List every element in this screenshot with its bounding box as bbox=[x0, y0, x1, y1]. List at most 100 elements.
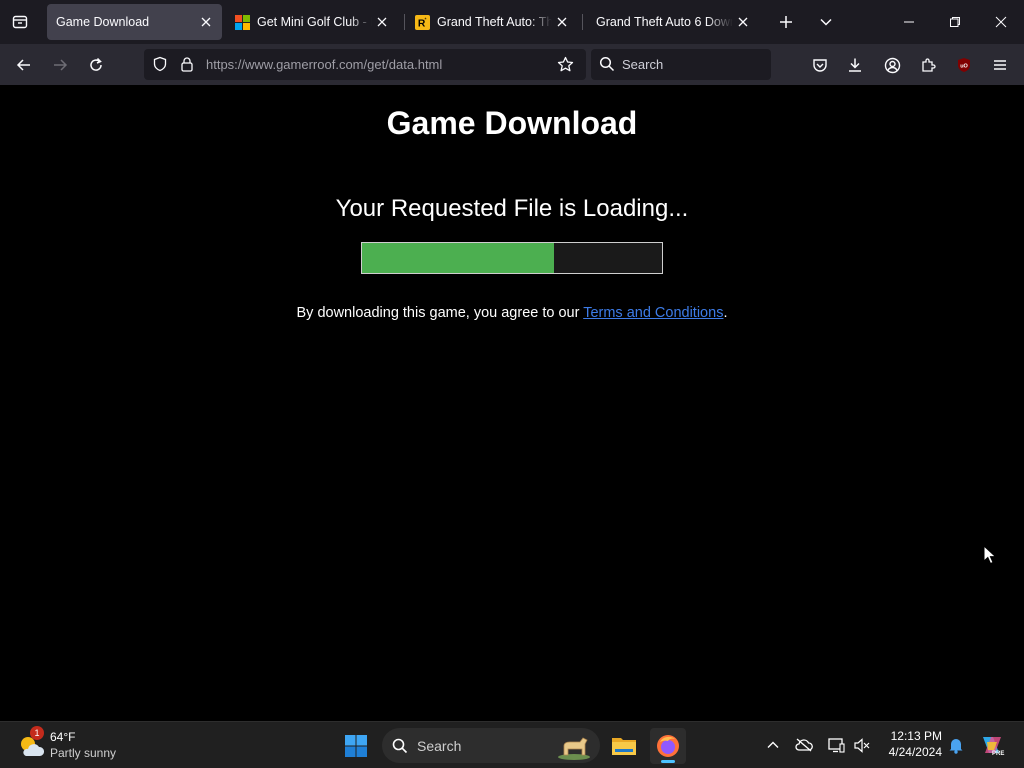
weather-temperature: 64°F bbox=[50, 730, 76, 744]
copilot-icon: PRE bbox=[983, 737, 1004, 757]
lock-icon[interactable] bbox=[178, 55, 196, 73]
tab-close-button[interactable] bbox=[196, 12, 216, 32]
notification-count-badge: 1 bbox=[30, 726, 44, 740]
tab-title: Get Mini Golf Club - Microsoft Store bbox=[257, 15, 372, 29]
close-icon bbox=[201, 17, 211, 27]
display-tray-icon[interactable] bbox=[823, 732, 849, 758]
close-icon bbox=[738, 17, 748, 27]
app-menu-button[interactable] bbox=[985, 50, 1015, 80]
loading-message: Your Requested File is Loading... bbox=[335, 195, 689, 222]
reload-icon bbox=[90, 57, 102, 71]
onedrive-tray-icon[interactable] bbox=[791, 732, 817, 758]
rockstar-logo-icon: R * bbox=[415, 14, 430, 30]
downloads-button[interactable] bbox=[840, 50, 870, 80]
url-text[interactable]: https://www.gamerroof.com/get/data.html bbox=[206, 57, 442, 72]
search-bar[interactable]: Search bbox=[591, 49, 771, 80]
folder-icon bbox=[612, 738, 636, 755]
chevron-up-icon bbox=[767, 741, 779, 748]
new-tab-button[interactable] bbox=[772, 8, 800, 36]
list-all-tabs-button[interactable] bbox=[812, 8, 840, 36]
chevron-down-icon bbox=[820, 18, 832, 26]
bell-icon bbox=[949, 738, 963, 754]
weather-widget[interactable]: 1 64°F Partly sunny bbox=[18, 726, 128, 764]
clock-time: 12:13 PM bbox=[890, 729, 942, 743]
notifications-button[interactable] bbox=[943, 732, 969, 758]
pocket-icon bbox=[813, 59, 827, 72]
close-icon bbox=[557, 17, 567, 27]
search-icon bbox=[599, 56, 615, 72]
bookmark-star-icon[interactable] bbox=[556, 55, 574, 73]
firefox-taskbar-button[interactable] bbox=[650, 728, 686, 764]
close-icon bbox=[995, 16, 1007, 28]
active-app-indicator bbox=[661, 760, 675, 763]
terms-and-conditions-link[interactable]: Terms and Conditions bbox=[583, 305, 723, 321]
download-icon bbox=[849, 58, 861, 72]
download-progress-bar bbox=[361, 242, 663, 274]
speaker-muted-icon bbox=[853, 737, 869, 753]
firefox-view-icon bbox=[12, 15, 28, 29]
tab-close-button[interactable] bbox=[372, 12, 392, 32]
restore-button[interactable] bbox=[932, 0, 978, 44]
clock-date: 4/24/2024 bbox=[888, 745, 942, 759]
extensions-button[interactable] bbox=[913, 50, 943, 80]
tab-close-button[interactable] bbox=[733, 12, 753, 32]
windows-logo-icon bbox=[345, 735, 367, 757]
tab-title: Grand Theft Auto: The Trilogy bbox=[437, 15, 552, 29]
monitor-icon bbox=[827, 737, 845, 753]
tab-separator bbox=[404, 14, 405, 30]
close-icon bbox=[377, 17, 387, 27]
puzzle-icon bbox=[922, 58, 936, 72]
reload-button[interactable] bbox=[81, 50, 111, 80]
microsoft-logo-icon bbox=[235, 14, 250, 30]
search-highlight-dog-icon bbox=[558, 737, 590, 760]
close-window-button[interactable] bbox=[978, 0, 1024, 44]
agree-suffix: . bbox=[723, 305, 728, 321]
file-explorer-button[interactable] bbox=[606, 728, 642, 764]
progress-fill bbox=[362, 243, 554, 273]
url-host: https://www.gamerroof.com bbox=[206, 57, 364, 72]
mouse-pointer-icon bbox=[983, 545, 997, 565]
system-clock[interactable]: 12:13 PM 4/24/2024 bbox=[880, 728, 942, 760]
tab-title: Game Download bbox=[56, 15, 150, 29]
hamburger-menu-icon bbox=[994, 60, 1006, 70]
tab-title: Grand Theft Auto 6 Download bbox=[596, 15, 733, 29]
ublock-origin-button[interactable]: uO bbox=[949, 50, 979, 80]
search-icon bbox=[392, 738, 408, 754]
taskbar-search-label: Search bbox=[417, 738, 462, 754]
arrow-left-icon bbox=[16, 59, 30, 71]
copilot-badge: PRE bbox=[992, 751, 1004, 757]
forward-button[interactable] bbox=[45, 50, 75, 80]
url-path: /get/data.html bbox=[363, 57, 443, 72]
tab-game-download[interactable]: Game Download bbox=[47, 4, 222, 40]
restore-icon bbox=[950, 17, 960, 27]
ublock-shield-icon: uO bbox=[958, 58, 970, 72]
tab-mini-golf[interactable]: Get Mini Golf Club - Microsoft Store bbox=[226, 4, 398, 40]
minimize-icon bbox=[904, 21, 914, 23]
pocket-button[interactable] bbox=[805, 50, 835, 80]
back-button[interactable] bbox=[9, 50, 39, 80]
firefox-view-button[interactable] bbox=[6, 8, 34, 36]
tab-gta6-download[interactable]: Grand Theft Auto 6 Download bbox=[587, 4, 759, 40]
cloud-offline-icon bbox=[795, 738, 813, 752]
copilot-button[interactable]: PRE bbox=[977, 732, 1007, 758]
tab-separator bbox=[582, 14, 583, 30]
plus-icon bbox=[780, 16, 792, 28]
address-bar[interactable]: https://www.gamerroof.com/get/data.html bbox=[144, 49, 586, 80]
show-hidden-icons-button[interactable] bbox=[760, 732, 786, 758]
page-title: Game Download bbox=[386, 105, 638, 141]
volume-network-tray-icon[interactable] bbox=[849, 732, 875, 758]
agree-prefix: By downloading this game, you agree to o… bbox=[296, 305, 584, 321]
minimize-button[interactable] bbox=[886, 0, 932, 44]
navigation-toolbar: https://www.gamerroof.com/get/data.html … bbox=[0, 44, 1024, 85]
tab-close-button[interactable] bbox=[552, 12, 572, 32]
tab-gta-trilogy[interactable]: R* Grand Theft Auto: The Trilogy bbox=[406, 4, 578, 40]
account-icon bbox=[884, 57, 900, 73]
start-button[interactable] bbox=[338, 728, 374, 764]
svg-text:uO: uO bbox=[960, 64, 968, 70]
web-page-content: Game Download Your Requested File is Loa… bbox=[0, 85, 1024, 721]
taskbar-search-box[interactable]: Search bbox=[382, 728, 600, 763]
terms-agreement-text: By downloading this game, you agree to o… bbox=[0, 305, 1024, 321]
account-button[interactable] bbox=[877, 50, 907, 80]
windows-taskbar: 1 64°F Partly sunny Search 12:13 PM 4/24… bbox=[0, 721, 1024, 768]
tracking-protection-shield-icon[interactable] bbox=[151, 55, 169, 73]
